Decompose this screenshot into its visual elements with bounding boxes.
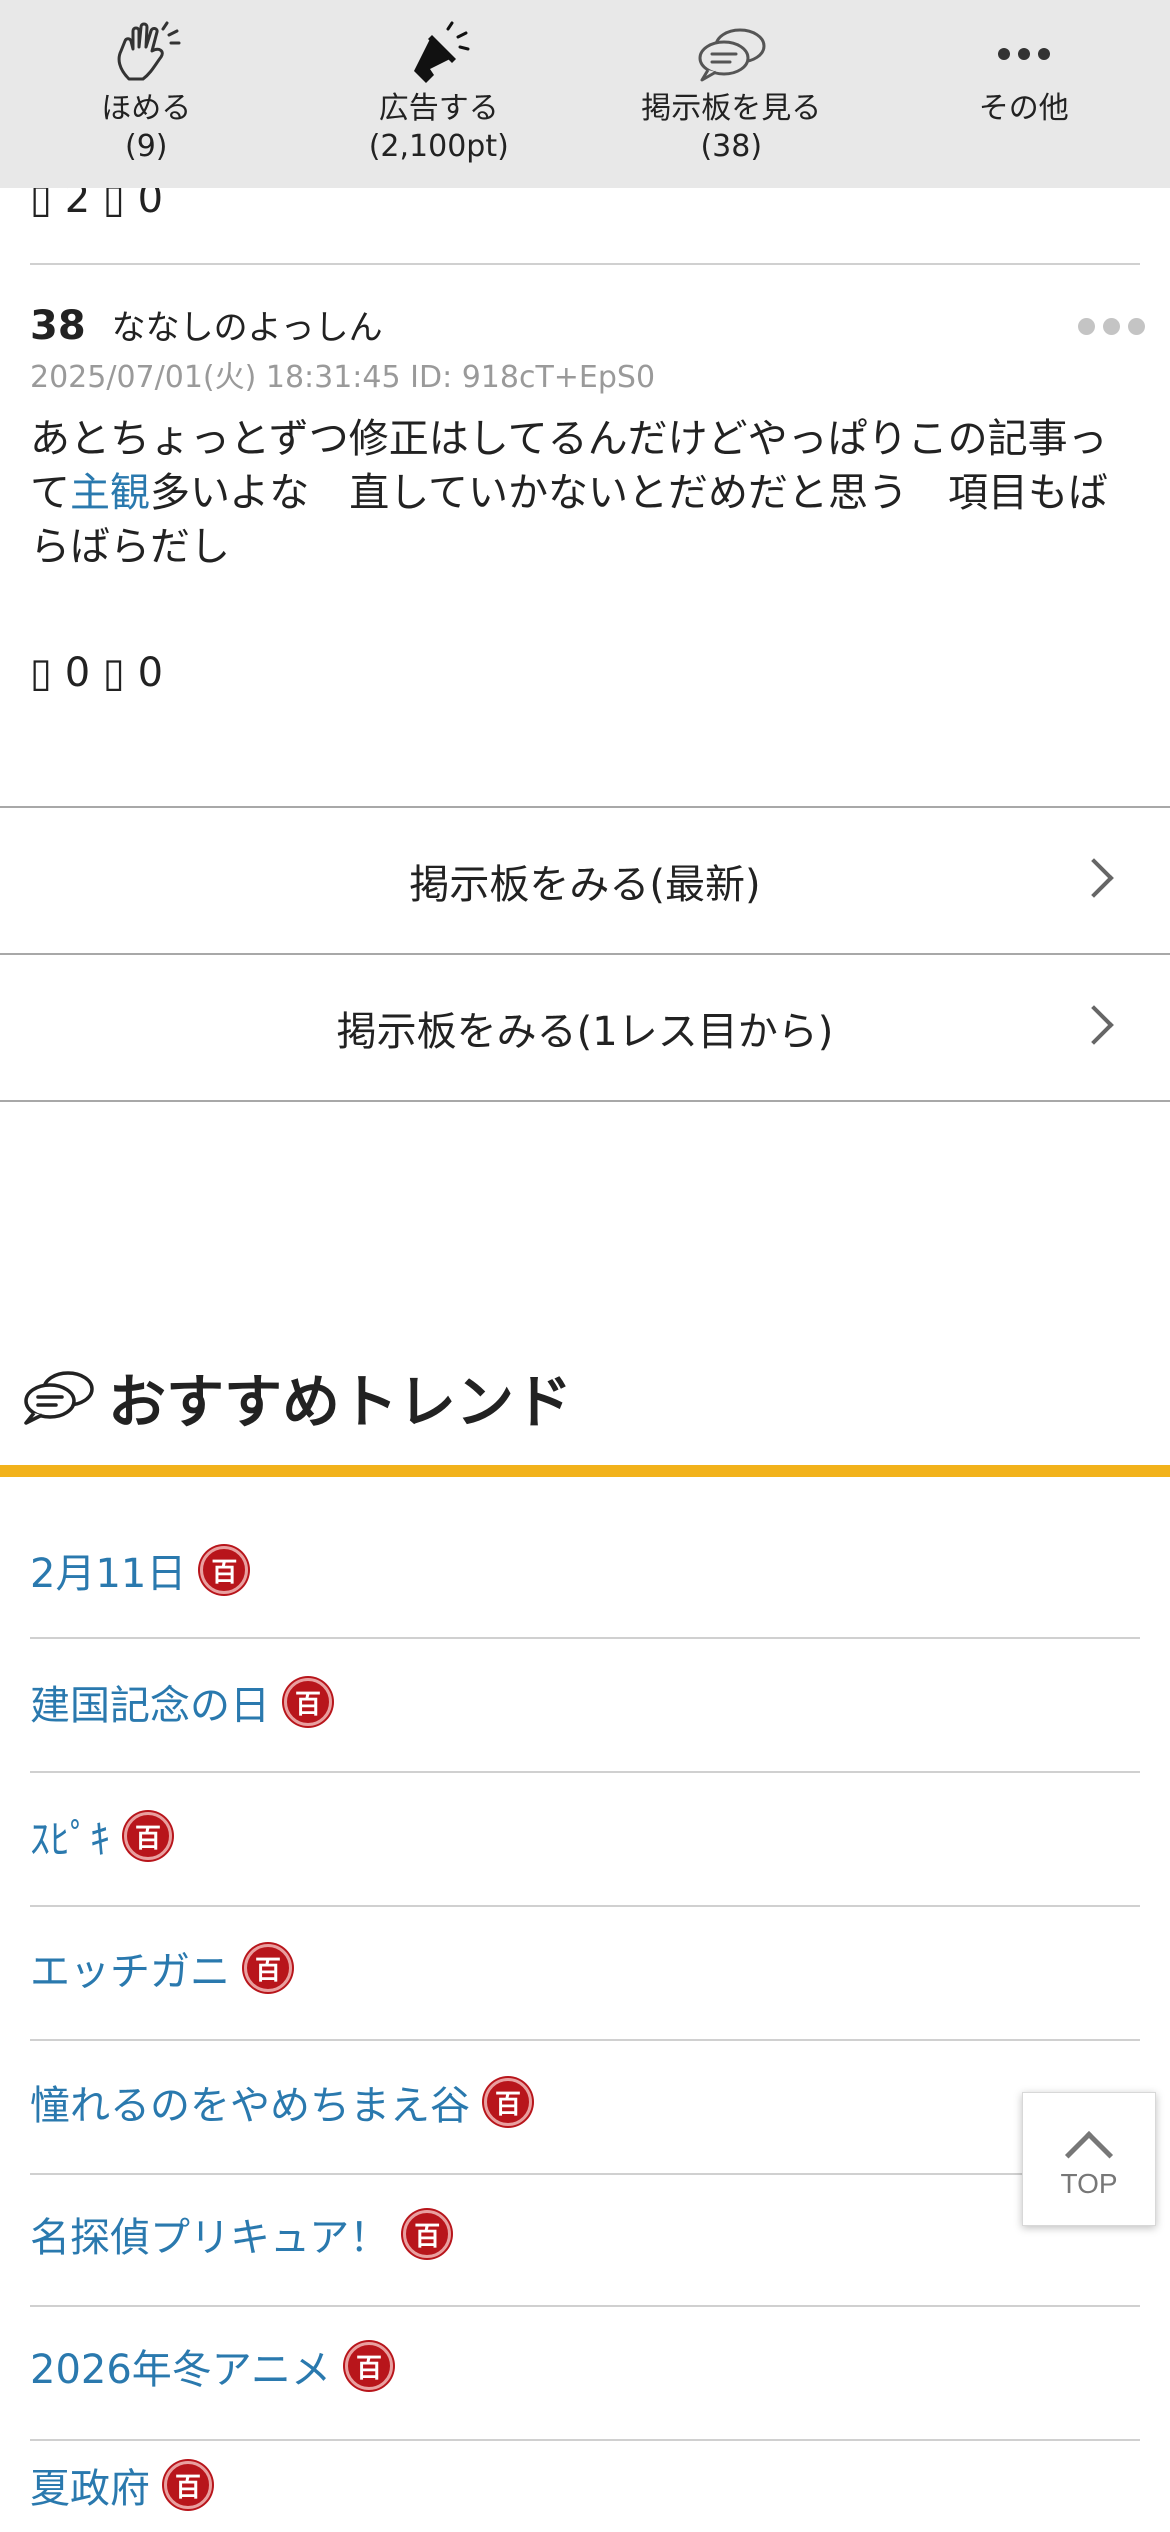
praise-count: (9): [125, 129, 168, 164]
trend-link[interactable]: ｽﾋﾟｷ: [30, 1807, 110, 1865]
comment-number[interactable]: 38: [30, 303, 86, 349]
view-board-button[interactable]: 掲示板を見る (38): [585, 0, 878, 188]
megaphone-icon: [399, 18, 479, 90]
encyclopedia-badge-icon: 百: [284, 1678, 332, 1726]
comment-reactions[interactable]: ▯ 0 ▯ 0: [30, 650, 163, 696]
trend-link[interactable]: 2026年冬アニメ: [30, 2337, 331, 2395]
encyclopedia-badge-icon: 百: [484, 2078, 532, 2126]
comment-header: 38 ななしのよっしん: [30, 300, 383, 349]
trend-link[interactable]: 夏政府: [30, 2456, 150, 2514]
trend-link[interactable]: 2月11日: [30, 1541, 186, 1599]
trend-link[interactable]: 名探偵プリキュア！: [30, 2205, 389, 2263]
comment-meta: 2025/07/01(火) 18:31:45 ID: 918cT+EpS0: [30, 360, 656, 395]
encyclopedia-badge-icon: 百: [124, 1812, 172, 1860]
comment-text-cont: 多いよな 直していかないとだめだと思う 項目もばらばらだし: [30, 470, 1108, 570]
chat-bubbles-icon: [24, 1371, 94, 1425]
trend-item[interactable]: 夏政府 百: [30, 2438, 1140, 2532]
comment-author: ななしのよっしん: [111, 308, 383, 348]
trend-item[interactable]: エッチガニ 百: [30, 1903, 1140, 2033]
comment-link[interactable]: 主観: [70, 470, 150, 516]
trends-header: おすすめトレンド: [20, 1355, 572, 1439]
view-board-label: 掲示板を見る: [641, 91, 822, 126]
chat-bubbles-icon: [691, 18, 771, 90]
encyclopedia-badge-icon: 百: [200, 1546, 249, 1594]
action-bar: ほめる (9) 広告する (2,100pt) 掲示板を見る (38) その他: [0, 0, 1170, 188]
more-label: その他: [978, 91, 1069, 126]
trend-item[interactable]: 2026年冬アニメ 百: [30, 2301, 1140, 2431]
board-from-first-link[interactable]: 掲示板をみる(1レス目から): [0, 953, 1170, 1101]
comment-body: あとちょっとずつ修正はしてるんだけどやっぱりこの記事って主観多いよな 直していか…: [30, 412, 1140, 574]
back-to-top-button[interactable]: TOP: [1022, 2092, 1156, 2226]
trend-link[interactable]: 憧れるのをやめちまえ谷: [30, 2073, 470, 2131]
trend-link[interactable]: 建国記念の日: [30, 1673, 270, 1731]
view-board-count: (38): [700, 129, 763, 164]
encyclopedia-badge-icon: 百: [403, 2210, 452, 2258]
divider: [0, 1100, 1170, 1102]
more-dots-icon: [984, 18, 1064, 90]
more-button[interactable]: その他: [878, 0, 1170, 188]
board-from-first-label: 掲示板をみる(1レス目から): [336, 1009, 834, 1055]
chevron-right-icon: [1074, 858, 1114, 898]
chevron-right-icon: [1074, 1005, 1114, 1045]
trend-item[interactable]: 名探偵プリキュア！ 百: [30, 2169, 1140, 2299]
trend-item[interactable]: 2月11日 百: [30, 1505, 1140, 1635]
trends-title: おすすめトレンド: [108, 1368, 573, 1436]
trends-accent-bar: [0, 1465, 1170, 1477]
trend-item[interactable]: 建国記念の日 百: [30, 1637, 1140, 1767]
encyclopedia-badge-icon: 百: [244, 1944, 292, 1992]
praise-button[interactable]: ほめる (9): [0, 0, 293, 188]
advertise-label: 広告する: [378, 91, 499, 126]
advertise-button[interactable]: 広告する (2,100pt): [293, 0, 586, 188]
encyclopedia-badge-icon: 百: [164, 2461, 212, 2509]
trend-item[interactable]: ｽﾋﾟｷ 百: [30, 1771, 1140, 1901]
board-latest-link[interactable]: 掲示板をみる(最新): [0, 806, 1170, 954]
encyclopedia-badge-icon: 百: [345, 2342, 393, 2390]
board-latest-label: 掲示板をみる(最新): [409, 862, 761, 908]
advertise-points: (2,100pt): [368, 129, 509, 164]
trend-item[interactable]: 憧れるのをやめちまえ谷 百: [30, 2037, 1140, 2167]
comment-menu-icon[interactable]: [1078, 318, 1145, 335]
praise-label: ほめる: [101, 91, 192, 126]
divider: [30, 263, 1140, 265]
trend-link[interactable]: エッチガニ: [30, 1939, 230, 1997]
clapping-hands-icon: [106, 18, 186, 90]
